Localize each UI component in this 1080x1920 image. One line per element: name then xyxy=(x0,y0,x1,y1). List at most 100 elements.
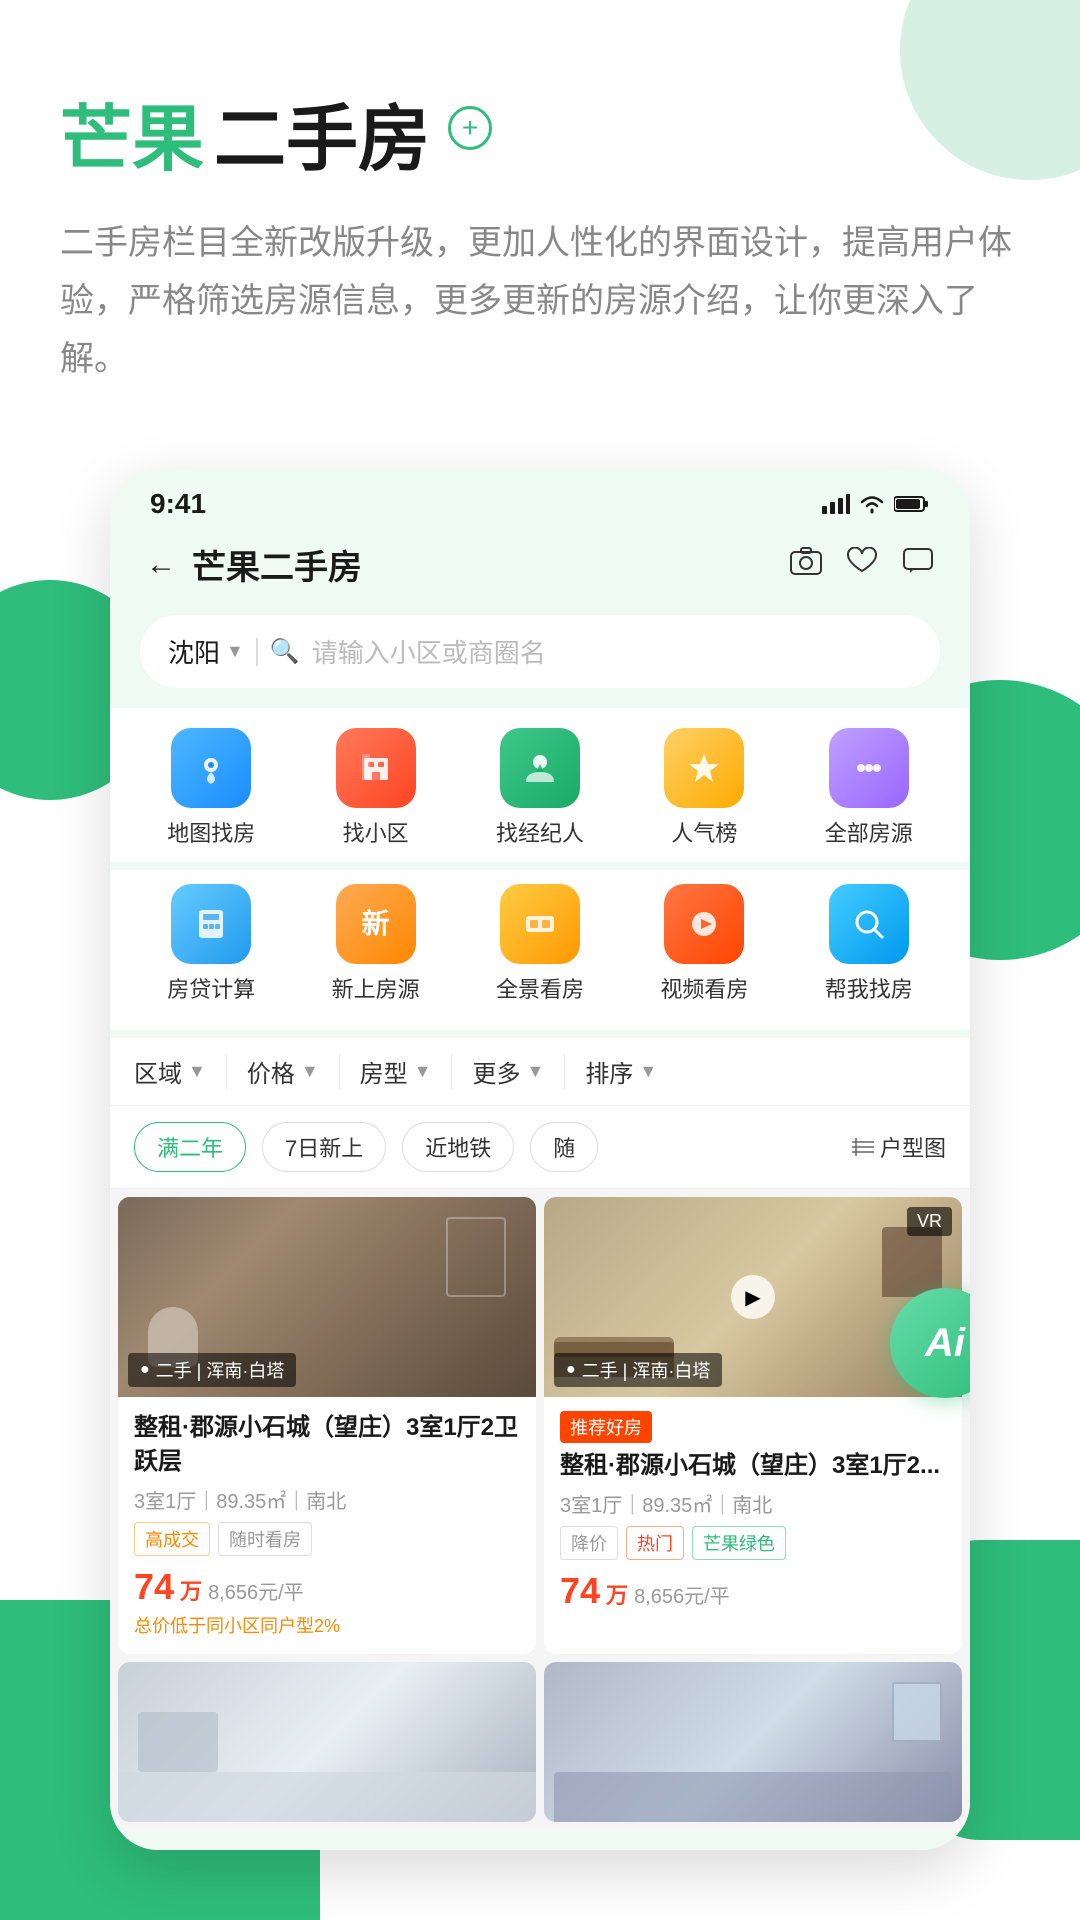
category-all[interactable]: 全部房源 xyxy=(792,718,946,858)
tag-metro[interactable]: 近地铁 xyxy=(402,1122,514,1172)
video-icon xyxy=(664,884,744,964)
calc-icon xyxy=(171,884,251,964)
category-map[interactable]: 地图找房 xyxy=(134,718,288,858)
listing-price-2: 74 万 8,656元/平 xyxy=(560,1570,946,1612)
wifi-icon xyxy=(858,494,886,514)
category-map-label: 地图找房 xyxy=(167,816,255,848)
broker-icon xyxy=(500,728,580,808)
category-community[interactable]: 找小区 xyxy=(298,718,452,858)
filter-type-arrow: ▼ xyxy=(414,1061,432,1082)
battery-icon xyxy=(894,495,930,513)
filter-sort[interactable]: 排序 ▼ xyxy=(565,1054,677,1089)
category-help[interactable]: 帮我找房 xyxy=(792,874,946,1014)
filter-area-arrow: ▼ xyxy=(188,1061,206,1082)
floor-plan-label: 户型图 xyxy=(880,1131,946,1163)
listing-card-3[interactable] xyxy=(118,1662,536,1822)
filter-price-arrow: ▼ xyxy=(301,1061,319,1082)
category-popular-label: 人气榜 xyxy=(671,816,737,848)
ai-label: Ai xyxy=(925,1321,965,1366)
signal-icon xyxy=(822,494,850,514)
listing-tag-2b: 热门 xyxy=(626,1526,684,1560)
heart-icon[interactable] xyxy=(846,545,878,584)
tag-new7[interactable]: 7日新上 xyxy=(262,1122,386,1172)
back-button[interactable]: ← xyxy=(146,548,176,582)
category-new[interactable]: 新 新上房源 xyxy=(298,874,452,1014)
listing-card-1[interactable]: ● 二手 | 浑南·白塔 整租·郡源小石城（望庄）3室1厅2卫 跃层 3室1厅｜… xyxy=(118,1197,536,1653)
category-all-label: 全部房源 xyxy=(825,816,913,848)
listing-price-1: 74 万 8,656元/平 xyxy=(134,1566,520,1608)
listing-badge-1: ● 二手 | 浑南·白塔 xyxy=(128,1353,296,1387)
category-calc[interactable]: 房贷计算 xyxy=(134,874,288,1014)
all-icon xyxy=(829,728,909,808)
category-grid-row1: 地图找房 找小区 找经纪人 xyxy=(110,708,970,862)
category-vr[interactable]: 全景看房 xyxy=(463,874,617,1014)
recommend-badge-2: 推荐好房 xyxy=(560,1411,652,1443)
header-description: 二手房栏目全新改版升级，更加人性化的界面设计，提高用户体验，严格筛选房源信息，更… xyxy=(60,215,1020,388)
floor-plan-toggle[interactable]: 户型图 xyxy=(852,1131,946,1163)
listing-image-4 xyxy=(544,1662,962,1822)
message-icon[interactable] xyxy=(902,545,934,584)
category-video[interactable]: 视频看房 xyxy=(627,874,781,1014)
tag-random[interactable]: 随 xyxy=(530,1122,598,1172)
search-input[interactable]: 请输入小区或商圈名 xyxy=(312,633,546,670)
filter-more[interactable]: 更多 ▼ xyxy=(452,1054,565,1089)
listing-meta-2: 3室1厅｜89.35㎡｜南北 xyxy=(560,1489,946,1518)
filter-bar: 区域 ▼ 价格 ▼ 房型 ▼ 更多 ▼ 排序 ▼ xyxy=(110,1038,970,1106)
status-time: 9:41 xyxy=(150,488,206,520)
play-button-2[interactable]: ▶ xyxy=(731,1275,775,1319)
dropdown-icon: ▼ xyxy=(226,641,244,662)
listing-info-1: 整租·郡源小石城（望庄）3室1厅2卫 跃层 3室1厅｜89.35㎡｜南北 高成交… xyxy=(118,1397,536,1653)
listing-tags-1: 高成交 随时看房 xyxy=(134,1522,520,1556)
listing-low-price-note-1: 总价低于同小区同户型2% xyxy=(134,1612,520,1638)
listing-title-1: 整租·郡源小石城（望庄）3室1厅2卫 跃层 xyxy=(134,1411,520,1478)
tags-bar: 满二年 7日新上 近地铁 随 户型图 xyxy=(110,1106,970,1189)
listing-tag-1b: 随时看房 xyxy=(218,1522,312,1556)
listing-tag-2c: 芒果绿色 xyxy=(692,1526,786,1560)
vr-badge-2: VR xyxy=(907,1207,952,1236)
category-community-label: 找小区 xyxy=(343,816,409,848)
listing-image-3 xyxy=(118,1662,536,1822)
nav-right xyxy=(790,545,934,584)
add-icon[interactable]: + xyxy=(448,106,492,150)
new-icon: 新 xyxy=(336,884,416,964)
listing-tag-1a: 高成交 xyxy=(134,1522,210,1556)
search-icon: 🔍 xyxy=(270,637,300,666)
category-popular[interactable]: 人气榜 xyxy=(627,718,781,858)
listing-meta-1: 3室1厅｜89.35㎡｜南北 xyxy=(134,1485,520,1514)
camera-icon[interactable] xyxy=(790,545,822,584)
search-location[interactable]: 沈阳 ▼ xyxy=(168,633,244,670)
category-new-label: 新上房源 xyxy=(332,972,420,1004)
listing-badge-2: ● 二手 | 浑南·白塔 xyxy=(554,1353,722,1387)
filter-more-arrow: ▼ xyxy=(526,1061,544,1082)
listing-card-2[interactable]: ● 二手 | 浑南·白塔 ▶ VR 推荐好房 整租·郡源小石城（望庄）3室1厅2… xyxy=(544,1197,962,1653)
category-help-label: 帮我找房 xyxy=(825,972,913,1004)
listing-tags-2: 降价 热门 芒果绿色 xyxy=(560,1526,946,1560)
header-section: 芒果 二手房 + 二手房栏目全新改版升级，更加人性化的界面设计，提高用户体验，严… xyxy=(0,0,1080,428)
popular-icon xyxy=(664,728,744,808)
header-title: 芒果 二手房 + xyxy=(60,80,1020,185)
category-video-label: 视频看房 xyxy=(660,972,748,1004)
title-mango: 芒果 xyxy=(60,80,204,185)
listing-image-1: ● 二手 | 浑南·白塔 xyxy=(118,1197,536,1397)
category-vr-label: 全景看房 xyxy=(496,972,584,1004)
community-icon xyxy=(336,728,416,808)
search-bar[interactable]: 沈阳 ▼ 🔍 请输入小区或商圈名 xyxy=(140,615,940,688)
listing-tag-2a: 降价 xyxy=(560,1526,618,1560)
filter-sort-arrow: ▼ xyxy=(639,1061,657,1082)
filter-area[interactable]: 区域 ▼ xyxy=(134,1054,227,1089)
filter-price[interactable]: 价格 ▼ xyxy=(227,1054,340,1089)
category-calc-label: 房贷计算 xyxy=(167,972,255,1004)
help-icon xyxy=(829,884,909,964)
map-icon xyxy=(171,728,251,808)
listing-card-4[interactable] xyxy=(544,1662,962,1822)
tag-two-year[interactable]: 满二年 xyxy=(134,1122,246,1172)
category-grid-row2: 房贷计算 新 新上房源 全景看房 xyxy=(110,870,970,1030)
status-icons xyxy=(822,494,930,514)
filter-type[interactable]: 房型 ▼ xyxy=(340,1054,453,1089)
nav-title: 芒果二手房 xyxy=(192,540,362,589)
title-rest: 二手房 xyxy=(214,80,430,185)
search-divider xyxy=(256,638,258,666)
nav-bar: ← 芒果二手房 xyxy=(110,530,970,605)
listings-grid: ● 二手 | 浑南·白塔 整租·郡源小石城（望庄）3室1厅2卫 跃层 3室1厅｜… xyxy=(110,1189,970,1829)
category-broker[interactable]: 找经纪人 xyxy=(463,718,617,858)
